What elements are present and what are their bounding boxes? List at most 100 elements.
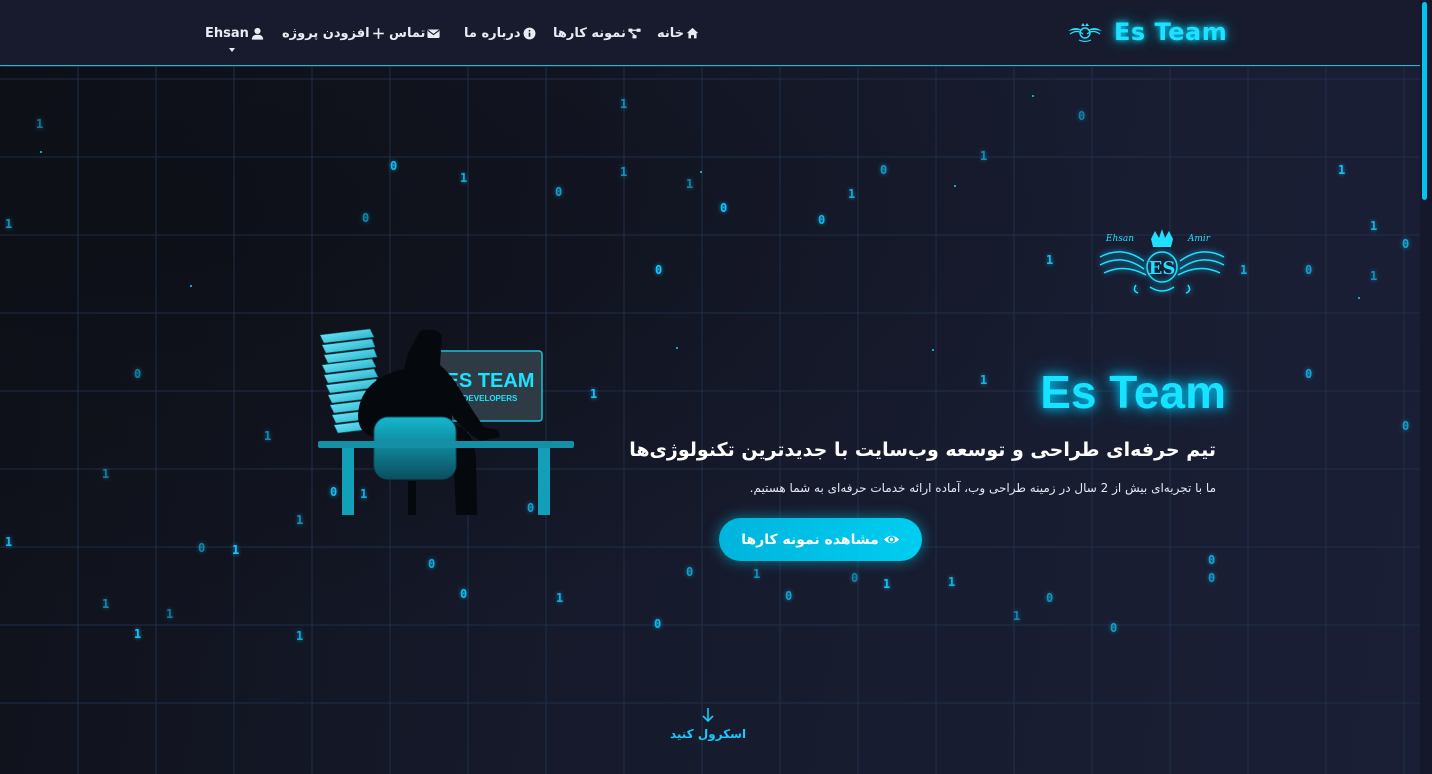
logo-left-name: Ehsan xyxy=(1105,234,1134,244)
page-scrollbar[interactable] xyxy=(1420,0,1432,774)
binary-digit: 1 xyxy=(5,535,13,549)
view-portfolio-button[interactable]: مشاهده نمونه کارها xyxy=(719,518,922,561)
binary-digit: 0 xyxy=(654,617,662,631)
arrow-down-icon xyxy=(702,708,714,723)
binary-digit: 1 xyxy=(753,567,761,581)
binary-digit: 0 xyxy=(362,211,370,225)
eye-icon xyxy=(883,535,899,544)
logo-right-name: Amir xyxy=(1187,234,1211,244)
binary-digit: 1 xyxy=(686,177,694,191)
binary-digit: 0 xyxy=(1402,419,1410,433)
envelope-icon xyxy=(427,28,441,38)
binary-digit: 1 xyxy=(232,543,240,557)
binary-digit: 0 xyxy=(1305,263,1313,277)
binary-digit: 1 xyxy=(102,467,110,481)
nav-item-portfolio-label: نمونه کارها xyxy=(553,25,626,41)
binary-digit: 1 xyxy=(102,597,110,611)
binary-digit: 1 xyxy=(620,165,628,179)
user-icon xyxy=(251,27,264,40)
binary-digit: 1 xyxy=(556,591,564,605)
binary-digit: 1 xyxy=(166,607,174,621)
binary-digit: 0 xyxy=(555,185,563,199)
ehsan-amir-logo: ES Ehsan Amir xyxy=(1099,229,1225,294)
sparkle-dot xyxy=(676,347,678,349)
sparkle-dot xyxy=(40,151,42,153)
sparkle-dot xyxy=(954,185,956,187)
view-portfolio-label: مشاهده نمونه کارها xyxy=(741,531,879,548)
desk-top xyxy=(318,441,574,448)
binary-digit: 0 xyxy=(1208,553,1216,567)
binary-digit: 0 xyxy=(460,587,468,601)
nav-item-user-label: Ehsan xyxy=(205,25,249,41)
binary-digit: 0 xyxy=(134,367,142,381)
sparkle-dot xyxy=(190,285,192,287)
binary-digit: 0 xyxy=(1046,591,1054,605)
binary-digit: 0 xyxy=(1305,367,1313,381)
nav-item-about-label: درباره ما xyxy=(464,25,521,41)
top-navbar: Es Team خانه نمونه کارها درباره ما تماس … xyxy=(0,0,1420,66)
project-diagram-icon xyxy=(628,28,641,38)
binary-digit: 0 xyxy=(1110,621,1118,635)
nav-item-user[interactable]: Ehsan xyxy=(205,24,264,42)
binary-digit: 1 xyxy=(980,373,988,387)
binary-digit: 1 xyxy=(1046,253,1054,267)
hero-title: Es Team xyxy=(1040,366,1226,418)
nav-item-contact[interactable]: تماس xyxy=(389,24,441,42)
nav-item-contact-label: تماس xyxy=(389,25,426,41)
sparkle-dot xyxy=(932,349,934,351)
nav-item-home-label: خانه xyxy=(657,25,685,41)
binary-digit: 0 xyxy=(198,541,206,555)
binary-digit: 1 xyxy=(590,387,598,401)
logo-monogram: ES xyxy=(1149,258,1176,279)
binary-digit: 0 xyxy=(1208,571,1216,585)
binary-digit: 1 xyxy=(620,97,628,111)
binary-digit: 1 xyxy=(36,117,44,131)
home-icon xyxy=(686,27,699,38)
grid-background xyxy=(0,67,1420,774)
nav-item-portfolio[interactable]: نمونه کارها xyxy=(553,24,641,42)
binary-digit: 1 xyxy=(5,217,13,231)
binary-digit: 1 xyxy=(1240,263,1248,277)
sparkle-dot xyxy=(700,171,702,173)
desk-leg-left xyxy=(342,448,354,515)
sparkle-dot xyxy=(1358,297,1360,299)
monitor-subtitle: DEVELOPERS xyxy=(463,394,518,403)
binary-digit: 1 xyxy=(1338,163,1346,177)
hero-subtitle: تیم حرفه‌ای طراحی و توسعه وب‌سایت با جدی… xyxy=(629,439,1216,461)
binary-digit: 0 xyxy=(880,163,888,177)
nav-item-add-project[interactable]: افزودن پروژه xyxy=(282,24,385,42)
plus-icon xyxy=(372,27,384,39)
scroll-down-hint[interactable]: اسکرول کنید xyxy=(658,707,758,757)
sparkle-dot xyxy=(1032,95,1034,97)
hero-section: 1 0 1 0 1 1 0 0 1 0 1 0 1 1 0 1 0 0 1 1 0 1 0 1 1 0 0 1 1 0 1 0 1 0 1 1 0 0 1 0… xyxy=(0,67,1420,774)
nav-item-about[interactable]: درباره ما xyxy=(464,24,536,42)
brand-title: Es Team xyxy=(1114,18,1228,46)
desk-leg-right xyxy=(538,448,550,515)
binary-digit: 1 xyxy=(1370,219,1378,233)
brand-logo-icon xyxy=(1068,23,1102,43)
binary-digit: 1 xyxy=(1370,269,1378,283)
binary-digit: 0 xyxy=(785,589,793,603)
binary-digit: 0 xyxy=(686,565,694,579)
binary-digit: 1 xyxy=(883,577,891,591)
developer-illustration: ES TEAM DEVELOPERS xyxy=(318,328,574,515)
binary-digit: 0 xyxy=(428,557,436,571)
binary-digit: 0 xyxy=(851,571,859,585)
binary-digit: 0 xyxy=(390,159,398,173)
binary-digit: 0 xyxy=(720,201,728,215)
binary-digit: 0 xyxy=(655,263,663,277)
brand-link[interactable]: Es Team xyxy=(1066,14,1227,50)
binary-digit: 1 xyxy=(460,171,468,185)
scroll-label: اسکرول کنید xyxy=(669,727,747,741)
binary-digit: 0 xyxy=(1402,237,1410,251)
binary-digit: 0 xyxy=(1078,109,1086,123)
binary-digit: 1 xyxy=(948,575,956,589)
nav-item-home[interactable]: خانه xyxy=(657,24,699,42)
binary-digit: 1 xyxy=(264,429,272,443)
user-dropdown-caret-icon[interactable] xyxy=(229,48,235,52)
scrollbar-thumb[interactable] xyxy=(1422,2,1427,200)
info-circle-icon xyxy=(523,27,535,39)
binary-digit: 1 xyxy=(296,629,304,643)
binary-digit: 1 xyxy=(980,149,988,163)
binary-digit: 1 xyxy=(134,627,142,641)
